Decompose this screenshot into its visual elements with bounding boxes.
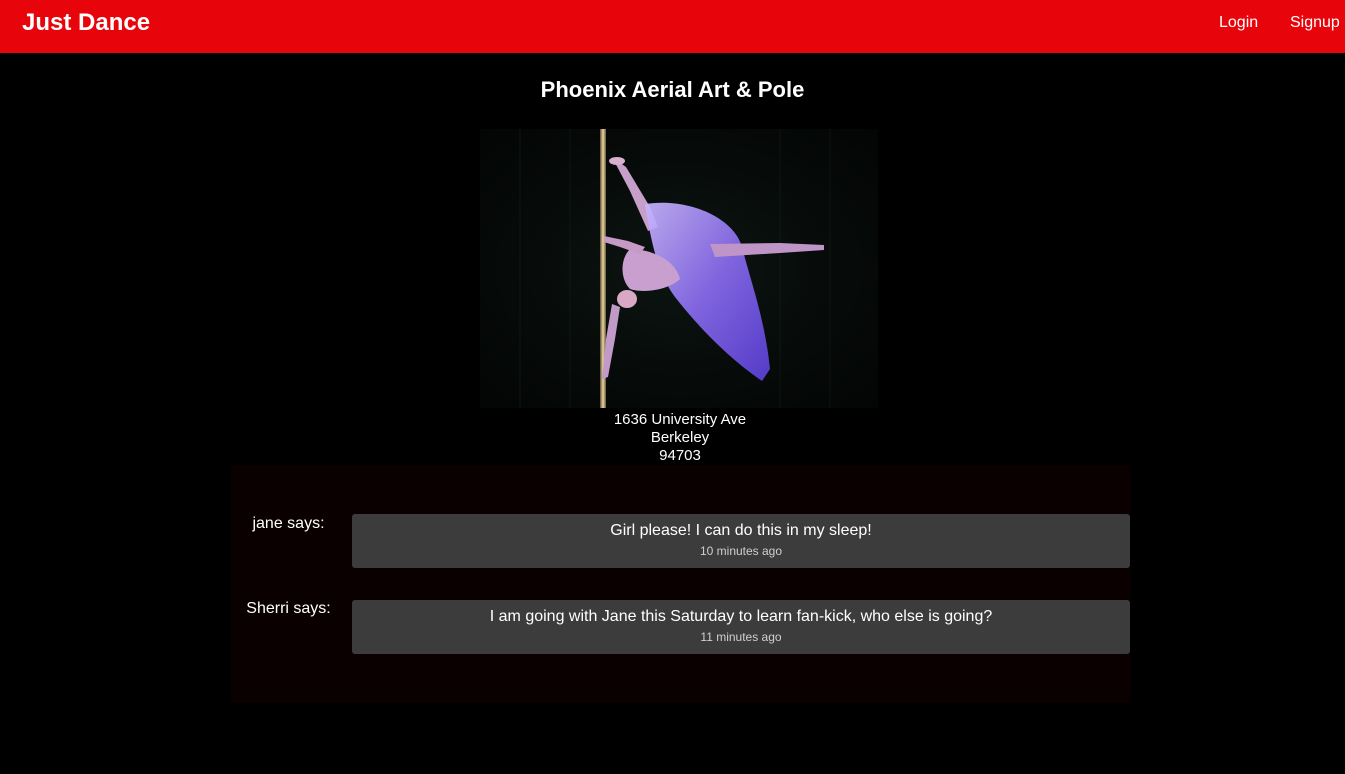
comment-item: Sherri says: I am going with Jane this S… <box>231 600 1130 654</box>
comment-bubble: Girl please! I can do this in my sleep! … <box>352 514 1130 568</box>
address-zip: 94703 <box>659 447 701 464</box>
comment-author: Sherri says: <box>246 600 331 617</box>
comment-timestamp: 10 minutes ago <box>699 544 783 558</box>
brand-link[interactable]: Just Dance <box>22 9 150 37</box>
comment-item: jane says: Girl please! I can do this in… <box>231 514 1130 568</box>
studio-address: 1636 University Ave Berkeley 94703 <box>480 411 880 465</box>
studio-photo <box>480 129 878 408</box>
comment-author: jane says: <box>252 515 325 532</box>
address-city: Berkeley <box>650 429 710 446</box>
top-navbar: Just Dance Login Signup <box>0 0 1345 53</box>
comments-panel: jane says: Girl please! I can do this in… <box>231 465 1130 703</box>
address-street: 1636 University Ave <box>613 411 747 428</box>
comment-text: Girl please! I can do this in my sleep! <box>610 522 872 539</box>
signup-link[interactable]: Signup <box>1290 14 1340 32</box>
login-link[interactable]: Login <box>1219 14 1258 32</box>
comment-timestamp: 11 minutes ago <box>700 630 782 644</box>
comment-text: I am going with Jane this Saturday to le… <box>489 608 993 625</box>
studio-title: Phoenix Aerial Art & Pole <box>540 77 805 102</box>
comment-bubble: I am going with Jane this Saturday to le… <box>352 600 1130 654</box>
aerial-dancer-image <box>519 129 831 408</box>
